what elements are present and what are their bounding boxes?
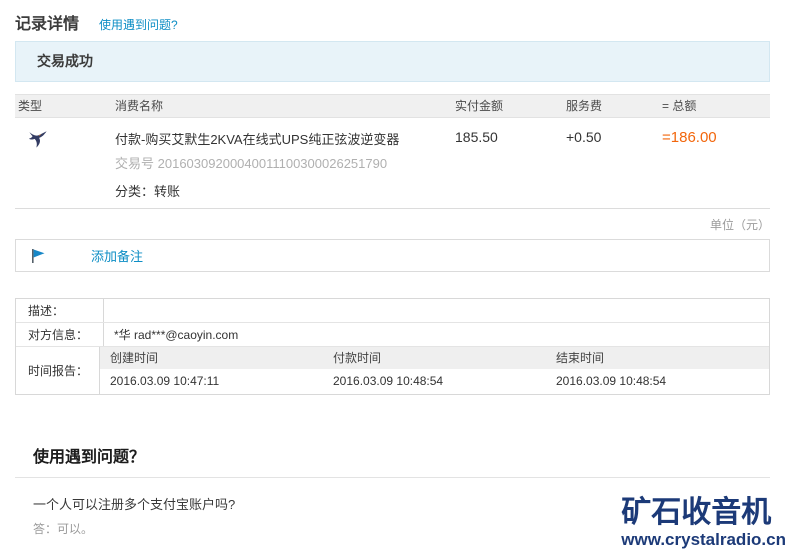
watermark: 矿石收音机 www.crystalradio.cn (621, 496, 786, 550)
total-equals-sign: = (662, 129, 671, 146)
transaction-status-banner: 交易成功 (15, 41, 770, 82)
detail-label: 时间报告： (16, 347, 100, 394)
column-header-paid: 实付金额 (455, 99, 504, 113)
detail-row-description: 描述： (16, 299, 769, 323)
watermark-title: 矿石收音机 (621, 496, 772, 529)
column-header-type: 类型 (18, 99, 43, 113)
time-value-paid: 2016.03.09 10:48:54 (333, 374, 444, 388)
paid-amount: 185.50 (455, 129, 498, 145)
transaction-table-header: 类型 消费名称 实付金额 服务费 = 总额 (15, 94, 770, 118)
unit-note: 单位（元） (709, 218, 770, 232)
column-header-total: = 总额 (662, 99, 697, 113)
time-value-created: 2016.03.09 10:47:11 (110, 374, 220, 388)
detail-row-time-report: 时间报告： 创建时间 付款时间 结束时间 2016.03.09 10:47:11… (16, 347, 769, 394)
memo-box: 添加备注 (15, 239, 770, 272)
detail-value: *华 rad***@caoyin.com (114, 328, 239, 342)
total-amount: =186.00 (662, 129, 717, 146)
watermark-url: www.crystalradio.cn (621, 530, 786, 549)
column-header-service-fee: 服务费 (566, 99, 603, 113)
detail-row-counterparty: 对方信息： *华 rad***@caoyin.com (16, 323, 769, 347)
help-heading: 使用遇到问题？ (33, 449, 146, 466)
time-header-finished: 结束时间 (556, 351, 605, 365)
page-header: 记录详情 使用遇到问题? (15, 10, 770, 34)
detail-value (104, 299, 769, 322)
table-bottom-divider (15, 208, 770, 209)
trade-number-value: 20160309200040011100300026251790 (157, 156, 388, 171)
details-table: 描述： 对方信息： *华 rad***@caoyin.com 时间报告： 创建时… (15, 298, 770, 395)
detail-label: 对方信息： (16, 323, 104, 346)
add-note-link[interactable]: 添加备注 (91, 246, 143, 265)
service-fee-amount: +0.50 (566, 129, 602, 145)
help-divider (15, 477, 770, 478)
page-title: 记录详情 (15, 16, 80, 33)
time-report-header: 创建时间 付款时间 结束时间 (100, 347, 769, 369)
time-value-finished: 2016.03.09 10:48:54 (556, 374, 667, 388)
flag-icon (31, 248, 47, 264)
time-report-values: 2016.03.09 10:47:11 2016.03.09 10:48:54 … (100, 369, 769, 394)
column-header-name: 消费名称 (115, 99, 164, 113)
detail-label: 描述： (16, 299, 104, 322)
time-header-created: 创建时间 (110, 351, 159, 365)
transaction-table: 类型 消费名称 实付金额 服务费 = 总额 付款-购买艾默生2KVA在线式UPS… (15, 94, 770, 209)
swallow-icon (27, 131, 49, 152)
trade-number-label: 交易号 (115, 156, 155, 171)
top-help-link[interactable]: 使用遇到问题? (99, 16, 178, 33)
time-report: 创建时间 付款时间 结束时间 2016.03.09 10:47:11 2016.… (100, 347, 769, 394)
record-detail-page: 记录详情 使用遇到问题? 交易成功 类型 消费名称 实付金额 服务费 = 总额 (0, 0, 793, 552)
time-header-paid: 付款时间 (333, 351, 382, 365)
transaction-category: 分类：转账 (115, 184, 181, 199)
total-amount-value: 186.00 (670, 129, 717, 146)
transaction-row: 付款-购买艾默生2KVA在线式UPS纯正弦波逆变器 交易号 2016030920… (15, 118, 770, 172)
trade-number: 交易号 20160309200040011100300026251790 (115, 153, 455, 172)
transaction-name: 付款-购买艾默生2KVA在线式UPS纯正弦波逆变器 (115, 132, 400, 147)
status-text: 交易成功 (37, 53, 93, 69)
